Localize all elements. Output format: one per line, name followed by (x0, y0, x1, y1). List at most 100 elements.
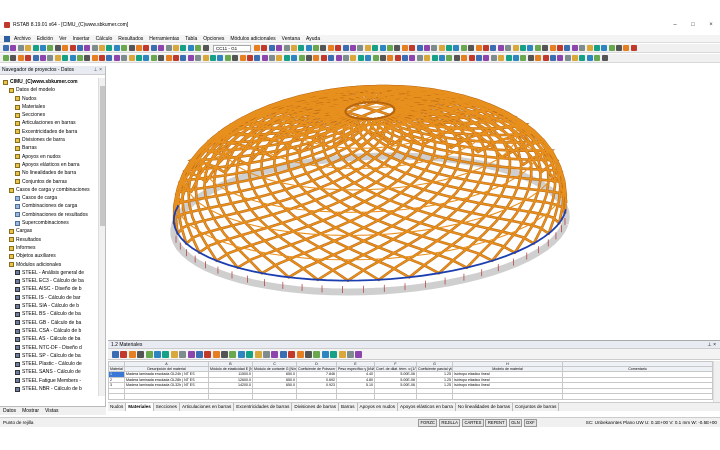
toolbar-tool-icon[interactable] (62, 45, 69, 51)
tree-item[interactable]: STEEL SANS - Cálculo de (0, 368, 98, 376)
toolbar-tool-icon[interactable] (416, 45, 423, 51)
toolbar-tool-icon[interactable] (586, 45, 593, 51)
toolbar-tool-icon[interactable] (601, 45, 608, 51)
scroll-thumb[interactable] (100, 86, 105, 226)
toolbar-tool-icon[interactable] (143, 45, 150, 51)
tree-item[interactable]: STEEL EC3 - Cálculo de ba (0, 277, 98, 285)
toolbar-tool-icon[interactable] (195, 45, 202, 51)
table-tool-icon[interactable] (153, 350, 161, 358)
toolbar-tool-icon[interactable] (128, 55, 135, 61)
toolbar-tool-icon[interactable] (564, 55, 571, 61)
toolbar-tool-icon[interactable] (106, 55, 113, 61)
menu-archivo[interactable]: Archivo (14, 36, 31, 42)
table-tool-icon[interactable] (204, 350, 212, 358)
toolbar-tool-icon[interactable] (76, 45, 83, 51)
toolbar-tool-icon[interactable] (372, 45, 379, 51)
toolbar-tool-icon[interactable] (62, 55, 69, 61)
toolbar-tool-icon[interactable] (187, 55, 194, 61)
table-row-empty[interactable] (108, 393, 713, 400)
toolbar-tool-icon[interactable] (490, 55, 497, 61)
pin-icon[interactable]: ⊥ × (93, 67, 102, 73)
table-tool-icon[interactable] (321, 350, 329, 358)
toolbar-tool-icon[interactable] (342, 45, 349, 51)
toolbar-tool-icon[interactable] (335, 45, 342, 51)
table-tool-icon[interactable] (128, 350, 136, 358)
tree-item[interactable]: STEEL AS - Cálculo de ba (0, 335, 98, 343)
toolbar-tool-icon[interactable] (113, 55, 120, 61)
toolbar-tool-icon[interactable] (84, 55, 91, 61)
toolbar-tool-icon[interactable] (320, 45, 327, 51)
toolbar-tool-icon[interactable] (623, 45, 630, 51)
sheet-tab[interactable]: Excentricidades de barras (234, 403, 293, 411)
toolbar-tool-icon[interactable] (512, 45, 519, 51)
toolbar-tool-icon[interactable] (527, 55, 534, 61)
toolbar-tool-icon[interactable] (180, 55, 187, 61)
table-tool-icon[interactable] (279, 350, 287, 358)
table-tool-icon[interactable] (271, 350, 279, 358)
tree-item[interactable]: Supercombinaciones (0, 219, 98, 227)
menu-ayuda[interactable]: Ayuda (306, 36, 320, 42)
tab-datos[interactable]: Datos (0, 407, 19, 415)
toolbar-tool-icon[interactable] (306, 55, 313, 61)
toolbar-tool-icon[interactable] (453, 45, 460, 51)
toolbar-tool-icon[interactable] (239, 55, 246, 61)
tree-item[interactable]: Barras (0, 144, 98, 152)
tree-item[interactable]: STEEL Plastic - Cálculo de (0, 360, 98, 368)
toolbar-tool-icon[interactable] (535, 55, 542, 61)
close-icon[interactable]: × (702, 22, 720, 28)
status-cartes-button[interactable]: CARTES (461, 418, 484, 427)
menu-ver[interactable]: Ver (59, 36, 67, 42)
toolbar-tool-icon[interactable] (3, 45, 9, 51)
sheet-tab[interactable]: Nudos (108, 403, 127, 411)
toolbar-tool-icon[interactable] (372, 55, 379, 61)
toolbar-tool-icon[interactable] (549, 45, 556, 51)
toolbar-tool-icon[interactable] (460, 45, 467, 51)
tab-mostrar[interactable]: Mostrar (19, 407, 42, 415)
table-cell[interactable] (336, 393, 375, 400)
sheet-tab[interactable]: Secciones (154, 403, 180, 411)
toolbar-tool-icon[interactable] (180, 45, 187, 51)
toolbar-tool-icon[interactable] (446, 45, 453, 51)
toolbar-tool-icon[interactable] (394, 45, 401, 51)
toolbar-tool-icon[interactable] (106, 45, 113, 51)
toolbar-tool-icon[interactable] (253, 45, 260, 51)
toolbar-tool-icon[interactable] (571, 45, 578, 51)
toolbar-tool-icon[interactable] (32, 55, 39, 61)
menu-insertar[interactable]: Insertar (73, 36, 90, 42)
load-case-combo[interactable]: CC11 - G1 (212, 44, 251, 52)
toolbar-tool-icon[interactable] (113, 45, 120, 51)
toolbar-tool-icon[interactable] (195, 55, 202, 61)
tree-item[interactable]: Cargas (0, 227, 98, 235)
tree-item[interactable]: Materiales (0, 103, 98, 111)
menu-herramientas[interactable]: Herramientas (149, 36, 179, 42)
menu-calculo[interactable]: Cálculo (96, 36, 113, 42)
toolbar-tool-icon[interactable] (261, 55, 268, 61)
document-icon[interactable] (4, 35, 10, 42)
toolbar-tool-icon[interactable] (320, 55, 327, 61)
tree-item[interactable]: Divisiones de barra (0, 136, 98, 144)
toolbar-tool-icon[interactable] (54, 55, 61, 61)
tree-item[interactable]: Articulaciones en barras (0, 119, 98, 127)
toolbar-tool-icon[interactable] (254, 55, 261, 61)
toolbar-tool-icon[interactable] (69, 45, 76, 51)
toolbar-tool-icon[interactable] (364, 45, 371, 51)
toolbar-tool-icon[interactable] (586, 55, 593, 61)
toolbar-tool-icon[interactable] (357, 45, 364, 51)
sheet-tab[interactable]: Apoyos en nudos (358, 403, 399, 411)
toolbar-tool-icon[interactable] (158, 45, 165, 51)
toolbar-tool-icon[interactable] (3, 55, 9, 61)
toolbar-tool-icon[interactable] (505, 45, 512, 51)
toolbar-tool-icon[interactable] (136, 45, 143, 51)
tree-item[interactable]: CIMU_(C)www.sbkumer.com (0, 78, 98, 86)
toolbar-tool-icon[interactable] (10, 55, 17, 61)
toolbar-tool-icon[interactable] (202, 55, 209, 61)
toolbar-tool-icon[interactable] (224, 55, 231, 61)
tree-item[interactable]: STEEL AISC - Diseño de b (0, 285, 98, 293)
sheet-tab[interactable]: No linealidades de barras (456, 403, 514, 411)
toolbar-tool-icon[interactable] (121, 55, 128, 61)
table-tool-icon[interactable] (137, 350, 145, 358)
tree-item[interactable]: Apoyos en nudos (0, 153, 98, 161)
table-cell[interactable] (416, 393, 453, 400)
maximize-icon[interactable]: □ (684, 22, 702, 28)
menu-resultados[interactable]: Resultados (118, 36, 143, 42)
